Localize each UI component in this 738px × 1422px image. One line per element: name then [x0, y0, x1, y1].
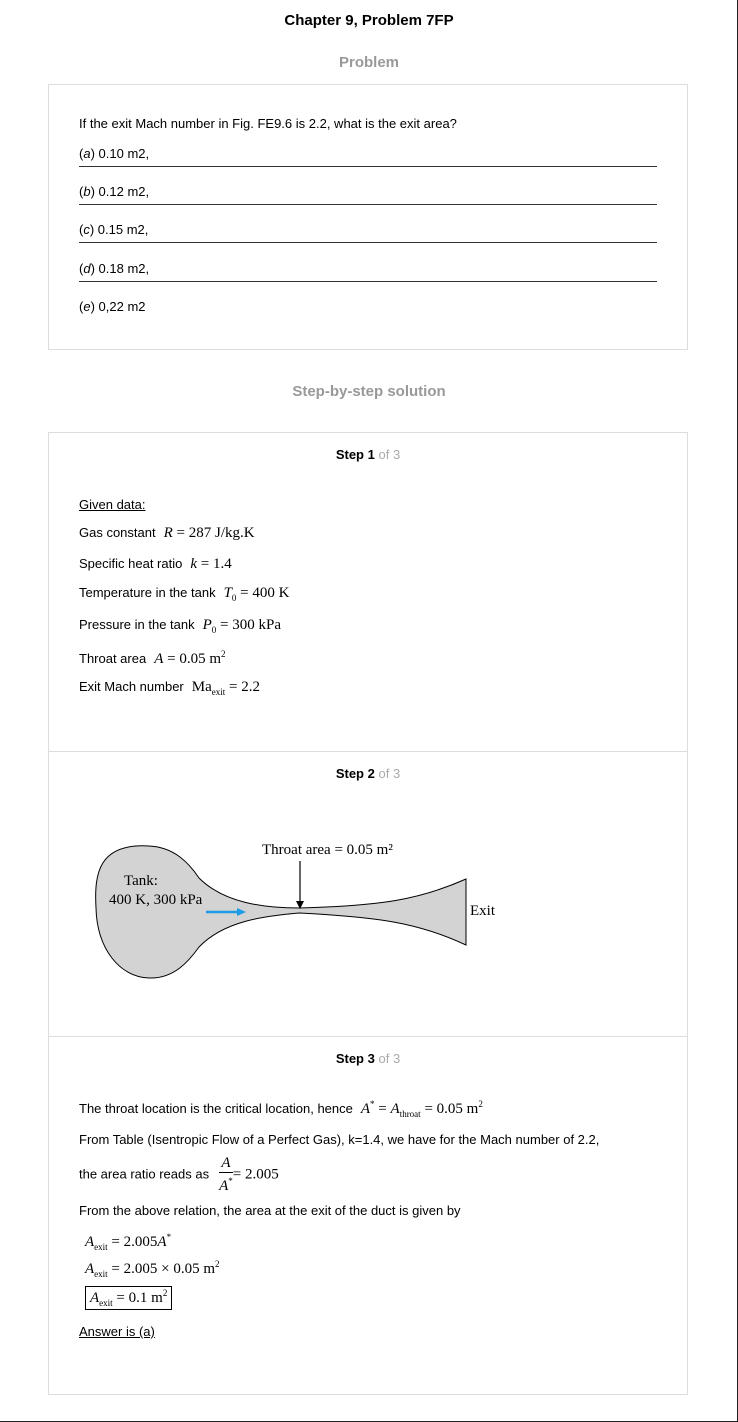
- step3-header: Step 3 of 3: [335, 1051, 401, 1066]
- given-gas-constant: Gas constant R = 287 J/kg.K: [79, 525, 255, 541]
- given-data-label: Given data:: [79, 497, 146, 512]
- option-a: (a) 0.10 m2,: [79, 142, 657, 167]
- step-divider: [49, 751, 687, 752]
- throat-label: Throat area = 0.05 m²: [262, 842, 393, 858]
- problem-box: If the exit Mach number in Fig. FE9.6 is…: [48, 84, 688, 350]
- page-title: Chapter 9, Problem 7FP: [284, 12, 454, 29]
- tank-conditions: 400 K, 300 kPa: [109, 892, 203, 908]
- given-heat-ratio: Specific heat ratio k = 1.4: [79, 556, 232, 572]
- step2-header: Step 2 of 3: [335, 766, 401, 781]
- option-d: (d) 0.18 m2,: [79, 257, 657, 282]
- option-e: (e) 0,22 m2: [79, 299, 146, 314]
- step3-line4: From the above relation, the area at the…: [79, 1203, 461, 1218]
- option-c: (c) 0.15 m2,: [79, 218, 657, 243]
- nozzle-shape: [95, 845, 467, 979]
- exit-area-result: Aexit = 0.1 m2: [85, 1286, 173, 1310]
- solution-box: Step 1 of 3 Given data: Gas constant R = …: [48, 432, 688, 1395]
- given-temperature: Temperature in the tank T0 = 400 K: [79, 585, 290, 603]
- exit-area-eq2: Aexit = 2.005 × 0.05 m2: [85, 1259, 220, 1279]
- step3-line2: From Table (Isentropic Flow of a Perfect…: [79, 1132, 600, 1147]
- answer-text: Answer is (a): [79, 1324, 155, 1339]
- tank-label: Tank:: [124, 873, 158, 889]
- step3-line3: the area ratio reads as A A* = 2.005: [79, 1155, 279, 1194]
- problem-heading: Problem: [338, 54, 399, 71]
- exit-area-eq1: Aexit = 2.005A*: [85, 1232, 172, 1252]
- step3-line1: The throat location is the critical loca…: [79, 1099, 483, 1119]
- given-pressure: Pressure in the tank P0 = 300 kPa: [79, 617, 282, 635]
- step-divider: [49, 1036, 687, 1037]
- solution-heading: Step-by-step solution: [292, 383, 446, 400]
- option-b: (b) 0.12 m2,: [79, 180, 657, 205]
- step1-header: Step 1 of 3: [335, 447, 401, 462]
- question-text: If the exit Mach number in Fig. FE9.6 is…: [79, 116, 457, 131]
- exit-label: Exit: [470, 903, 495, 919]
- given-throat-area: Throat area A = 0.05 m2: [79, 649, 226, 667]
- given-exit-mach: Exit Mach number Maexit = 2.2: [79, 679, 260, 697]
